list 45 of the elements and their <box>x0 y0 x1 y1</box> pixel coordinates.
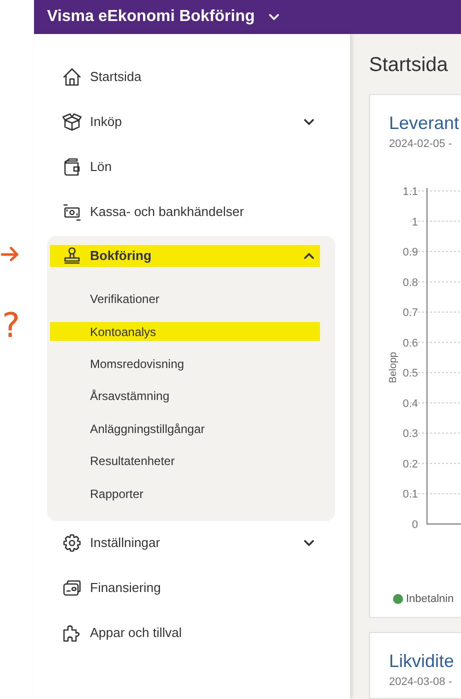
tick-label: 0.2 <box>402 458 418 470</box>
axis-title: Belopp <box>388 352 399 384</box>
tick-label: 0.3 <box>402 428 418 440</box>
tick-label: 0.7 <box>402 307 418 320</box>
tick-label: 0.9 <box>402 246 418 259</box>
submenu-item[interactable]: Anläggningstillgångar <box>50 419 320 438</box>
app-title[interactable]: Visma eEkonomi Bokföring <box>47 5 255 29</box>
question-mark: ? <box>2 306 20 346</box>
nav-item[interactable]: Kassa- och bankhändelser <box>50 200 320 222</box>
legend-label: Inbetalnin <box>406 592 454 607</box>
submenu-item[interactable]: Årsavstämning <box>50 386 320 406</box>
cash-icon <box>62 202 82 222</box>
wallet-icon <box>62 156 82 176</box>
nav-item[interactable]: Bokföring <box>50 245 320 267</box>
tick-label: 1 <box>412 216 418 228</box>
tick-label: 0.1 <box>402 488 418 501</box>
nav-item[interactable]: Appar och tillval <box>50 622 320 644</box>
tick-label: 1.1 <box>402 186 418 198</box>
card-title: Likvidite <box>389 650 456 672</box>
nav-item[interactable]: Lön <box>50 156 320 178</box>
nav-item[interactable]: Startsida <box>50 66 320 88</box>
submenu-item[interactable]: Resultatenheter <box>50 452 320 471</box>
tick-label: 0.6 <box>402 337 418 350</box>
box-icon <box>62 112 82 132</box>
submenu-item[interactable]: Momsredovisning <box>50 354 320 374</box>
date-range: 2024-02-05 - <box>389 137 453 151</box>
stamp-icon <box>62 246 82 266</box>
tick-label: 0 <box>412 519 418 531</box>
submenu-item[interactable]: Rapporter <box>50 484 320 504</box>
submenu-item[interactable]: Verifikationer <box>50 290 320 309</box>
card-icon <box>62 578 82 598</box>
tick-label: 0.4 <box>402 398 418 410</box>
tick-label: 0.5 <box>402 368 418 380</box>
chevron-down-icon[interactable] <box>268 14 279 20</box>
submenu-item[interactable]: Kontoanalys <box>50 322 320 342</box>
home-icon <box>62 66 82 86</box>
page-title: Startsida <box>369 53 449 78</box>
gear-icon <box>62 533 82 554</box>
nav-item[interactable]: Finansiering <box>50 577 320 600</box>
puzzle-icon <box>62 623 82 644</box>
card-title: Leverant <box>389 112 460 135</box>
date-range: 2024-03-08 - <box>389 674 453 688</box>
nav-item[interactable]: Inställningar <box>50 532 320 554</box>
tick-label: 0.8 <box>402 276 418 289</box>
nav-item[interactable]: Inköp <box>50 110 320 132</box>
